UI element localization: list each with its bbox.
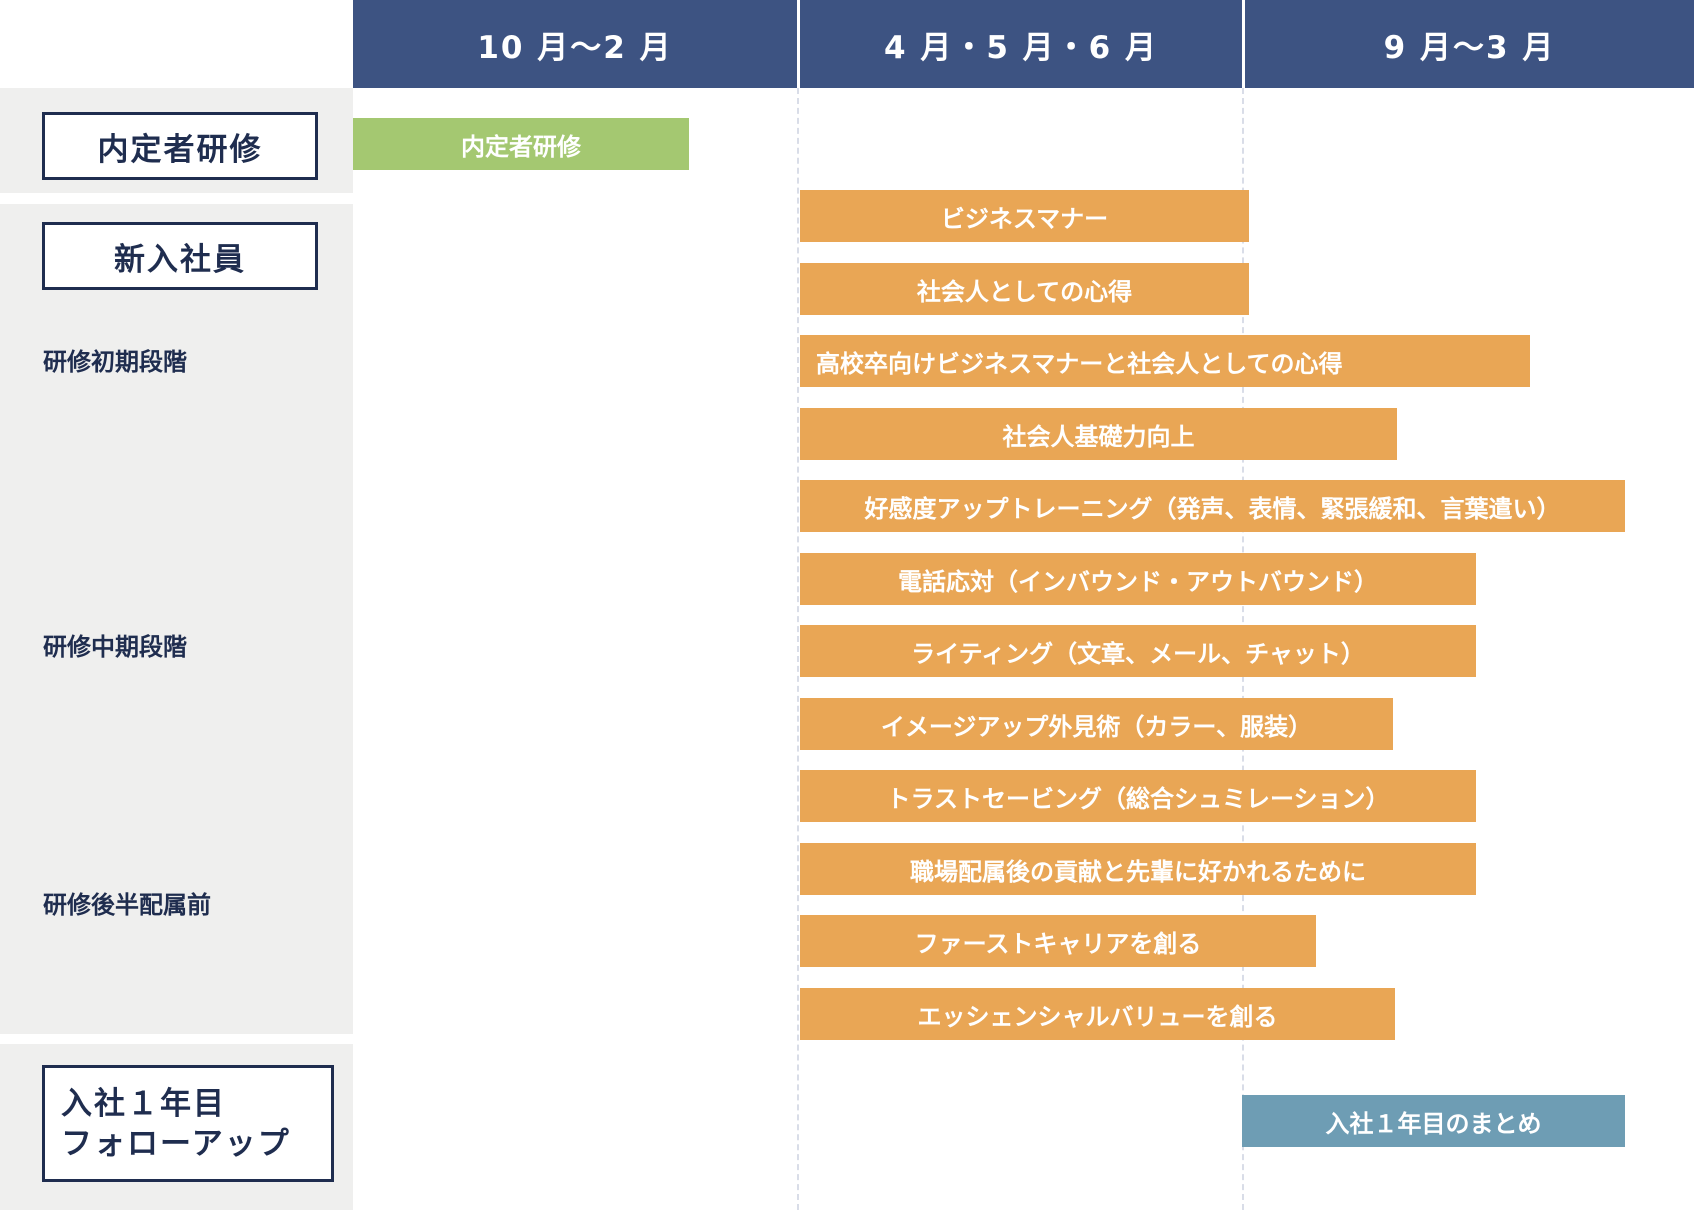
stage-initial: 研修初期段階 <box>43 348 187 376</box>
bar-likability-training: 好感度アップトレーニング（発声、表情、緊張緩和、言葉遣い） <box>800 480 1625 532</box>
bar-image-up: イメージアップ外見術（カラー、服装） <box>800 698 1393 750</box>
header-period-oct-feb: 10 月〜2 月 <box>353 0 797 88</box>
stage-late: 研修後半配属前 <box>43 891 211 919</box>
bar-basic-skills: 社会人基礎力向上 <box>800 408 1397 460</box>
category-first-year-followup: 入社１年目 フォローアップ <box>42 1065 334 1182</box>
bar-professional-mindset: 社会人としての心得 <box>800 263 1249 315</box>
header-period-sep-mar: 9 月〜3 月 <box>1245 0 1694 88</box>
bar-first-year-summary: 入社１年目のまとめ <box>1242 1095 1625 1147</box>
category-first-year-line2: フォローアップ <box>61 1125 291 1162</box>
category-first-year-line1: 入社１年目 <box>61 1085 226 1122</box>
bar-highschool-manners: 高校卒向けビジネスマナーと社会人としての心得 <box>800 335 1530 387</box>
timeline-divider-1 <box>797 88 799 1210</box>
bar-essential-value: エッシェンシャルバリューを創る <box>800 988 1395 1040</box>
category-pre-employment: 内定者研修 <box>42 112 318 180</box>
bar-trust-saving: トラストセービング（総合シュミレーション） <box>800 770 1476 822</box>
bar-phone-handling: 電話応対（インバウンド・アウトバウンド） <box>800 553 1476 605</box>
bar-business-manners: ビジネスマナー <box>800 190 1249 242</box>
stage-middle: 研修中期段階 <box>43 633 187 661</box>
bar-contribution: 職場配属後の貢献と先輩に好かれるために <box>800 843 1476 895</box>
bar-first-career: ファーストキャリアを創る <box>800 915 1316 967</box>
header-period-apr-jun: 4 月・5 月・6 月 <box>800 0 1242 88</box>
category-new-employee: 新入社員 <box>42 222 318 290</box>
bar-pre-training: 内定者研修 <box>353 118 689 170</box>
bar-writing: ライティング（文章、メール、チャット） <box>800 625 1476 677</box>
